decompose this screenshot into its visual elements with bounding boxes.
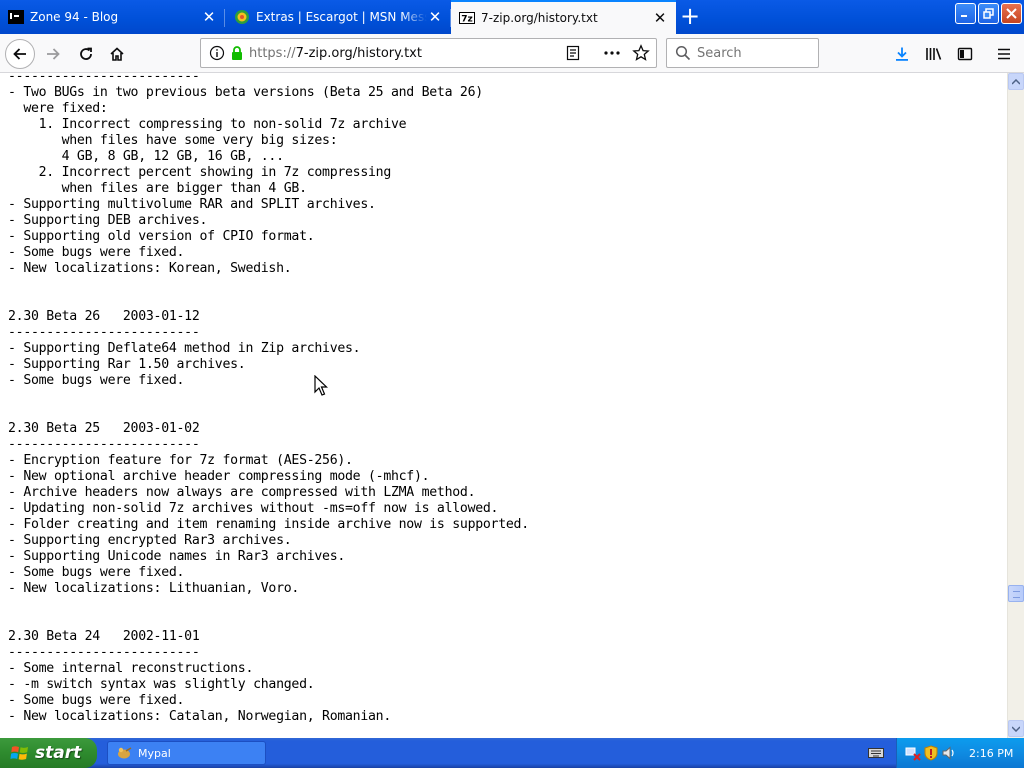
- tab-title: 7-zip.org/history.txt: [481, 11, 598, 25]
- scrollbar-thumb[interactable]: [1008, 585, 1024, 602]
- search-icon: [675, 45, 691, 61]
- forward-button[interactable]: [38, 39, 68, 69]
- sidebar-icon: [957, 47, 973, 61]
- volume-icon[interactable]: [941, 745, 957, 761]
- padlock-icon[interactable]: [231, 45, 245, 61]
- terminal-icon: [8, 9, 24, 25]
- security-shield-icon[interactable]: [923, 745, 939, 761]
- escargot-icon: [234, 9, 250, 25]
- url-text[interactable]: https://7-zip.org/history.txt: [249, 46, 422, 61]
- minimize-icon: [961, 15, 967, 17]
- downloads-button[interactable]: [887, 39, 917, 69]
- page-actions-icon[interactable]: [602, 45, 622, 61]
- navigation-toolbar: https://7-zip.org/history.txt Search: [0, 34, 1024, 73]
- tab-strip: Zone 94 - Blog ✕ Extras | Escargot | MSN…: [0, 0, 1024, 34]
- bookmark-star-icon[interactable]: [632, 44, 650, 62]
- taskbar: start Mypal 2:16 PM: [0, 738, 1024, 768]
- reader-view-icon[interactable]: [565, 45, 581, 61]
- forward-arrow-icon: [47, 48, 60, 60]
- network-icon[interactable]: [905, 745, 921, 761]
- close-window-button[interactable]: [1001, 3, 1022, 24]
- tab-title: Extras | Escargot | MSN Messenger: [256, 10, 427, 24]
- search-bar[interactable]: Search: [666, 38, 819, 68]
- tab-escargot-extras[interactable]: Extras | Escargot | MSN Messenger ✕: [226, 1, 451, 33]
- close-tab-icon[interactable]: ✕: [427, 9, 443, 25]
- keyboard-icon[interactable]: [868, 746, 884, 763]
- tab-title: Zone 94 - Blog: [30, 10, 119, 24]
- windows-logo-icon: [10, 746, 28, 760]
- history-text: ------------------------- - Two BUGs in …: [8, 73, 529, 724]
- new-tab-button[interactable]: +: [677, 4, 703, 30]
- close-icon: [1006, 8, 1017, 19]
- menu-button[interactable]: [989, 39, 1019, 69]
- scroll-up-button[interactable]: [1008, 73, 1024, 90]
- minimize-button[interactable]: [955, 3, 976, 24]
- library-button[interactable]: [919, 39, 949, 69]
- restore-icon: [983, 8, 994, 19]
- library-icon: [926, 48, 942, 60]
- download-icon: [896, 47, 908, 61]
- start-button[interactable]: start: [0, 738, 97, 768]
- clock[interactable]: 2:16 PM: [969, 747, 1013, 760]
- reload-button[interactable]: [71, 39, 101, 69]
- close-tab-icon[interactable]: ✕: [201, 9, 217, 25]
- page-content: ------------------------- - Two BUGs in …: [0, 73, 1007, 738]
- hamburger-menu-icon: [998, 48, 1010, 60]
- info-icon[interactable]: [209, 45, 225, 61]
- address-bar[interactable]: https://7-zip.org/history.txt: [200, 38, 657, 68]
- taskbar-window-mypal[interactable]: Mypal: [107, 741, 266, 765]
- taskbar-window-label: Mypal: [138, 746, 171, 760]
- back-button[interactable]: [5, 39, 35, 69]
- svg-text:7z: 7z: [461, 15, 473, 25]
- home-button[interactable]: [102, 39, 132, 69]
- tab-7zip-history[interactable]: 7z 7-zip.org/history.txt ✕: [451, 0, 676, 34]
- restore-button[interactable]: [978, 3, 999, 24]
- close-tab-icon[interactable]: ✕: [652, 10, 668, 26]
- arrow-down-icon: [1012, 725, 1020, 732]
- mouse-cursor-icon: [314, 375, 328, 396]
- sidebar-button[interactable]: [950, 39, 980, 69]
- start-label: start: [35, 743, 82, 763]
- tab-zone94-blog[interactable]: Zone 94 - Blog ✕: [0, 1, 225, 33]
- arrow-up-icon: [1012, 78, 1020, 85]
- vertical-scrollbar[interactable]: [1007, 73, 1024, 738]
- reload-icon: [80, 47, 92, 60]
- search-placeholder: Search: [697, 45, 742, 61]
- back-arrow-icon: [13, 48, 26, 60]
- 7z-icon: 7z: [459, 10, 475, 26]
- system-tray: 2:16 PM: [896, 738, 1024, 768]
- mypal-icon: [118, 747, 132, 759]
- scroll-down-button[interactable]: [1008, 720, 1024, 737]
- home-icon: [110, 47, 124, 61]
